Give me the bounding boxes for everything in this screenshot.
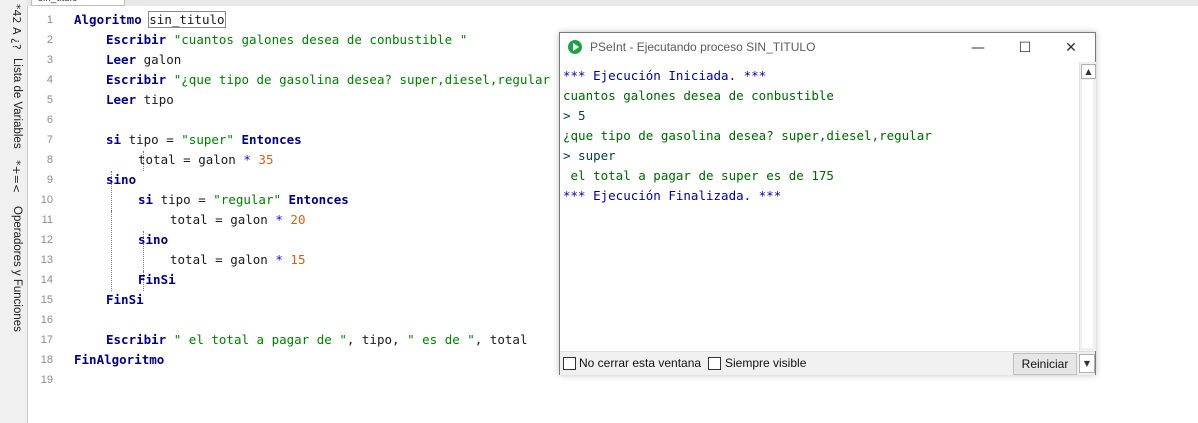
window-title: PSeInt - Ejecutando proceso SIN_TITULO (590, 40, 816, 54)
code-line-11: total = galon * 20 (170, 212, 306, 227)
console-line: el total a pagar de super es de 175 (563, 168, 834, 183)
code-line-17: Escribir " el total a pagar de ", tipo, … (106, 332, 528, 347)
algorithm-name: sin_titulo (148, 11, 226, 28)
console-scrollbar[interactable]: ▲ (1079, 62, 1096, 351)
line-number: 7 (46, 134, 53, 146)
scroll-thumb[interactable] (1082, 80, 1093, 348)
window-bottom-bar: No cerrar esta ventana Siempre visible R… (560, 351, 1095, 375)
close-tab-icon[interactable]: ✕ (131, 0, 139, 4)
line-number: 6 (46, 114, 53, 126)
restart-button[interactable]: Reiniciar (1013, 353, 1077, 375)
code-line-14: FinSi (138, 272, 176, 287)
side-symbols-top[interactable]: *42 A ¿? (3, 4, 23, 50)
operators-symbols[interactable]: *+=< (3, 160, 23, 193)
line-number: 4 (46, 74, 53, 86)
line-number: 11 (41, 214, 53, 226)
line-number: 3 (46, 54, 53, 66)
line-number: 18 (40, 354, 53, 366)
scroll-up-icon[interactable]: ▲ (1081, 64, 1096, 79)
code-line-9: sino (106, 172, 137, 187)
code-line-15: FinSi (106, 292, 144, 307)
close-window-button[interactable]: ✕ (1048, 35, 1094, 61)
code-line-10: si tipo = "regular" Entonces (138, 192, 349, 207)
code-line-3: Leer galon (106, 52, 182, 67)
line-number: 5 (46, 94, 53, 106)
console-line: > 5 (563, 108, 586, 123)
line-number: 13 (40, 254, 53, 266)
console-line: *** Ejecución Finalizada. *** (563, 188, 782, 203)
siempre-visible-label[interactable]: Siempre visible (725, 356, 806, 370)
console-line: *** Ejecución Iniciada. *** (563, 68, 767, 83)
console-line: > super (563, 148, 616, 163)
siempre-visible-checkbox[interactable] (708, 357, 721, 370)
line-number: 1 (46, 14, 53, 26)
no-cerrar-label[interactable]: No cerrar esta ventana (579, 356, 701, 370)
variables-list-tab[interactable]: Lista de Variables (3, 58, 23, 149)
line-number: 2 (46, 34, 53, 46)
code-line-5: Leer tipo (106, 92, 174, 107)
code-line-7: si tipo = "super" Entonces (106, 132, 302, 147)
side-panel: *42 A ¿? Lista de Variables *+=< Operado… (0, 0, 28, 423)
line-number: 16 (40, 314, 53, 326)
code-line-18: FinAlgoritmo (74, 352, 165, 367)
console-line: ¿que tipo de gasolina desea? super,diese… (563, 128, 932, 143)
line-number: 8 (46, 154, 53, 166)
window-titlebar[interactable]: PSeInt - Ejecutando proceso SIN_TITULO —… (560, 33, 1095, 62)
indent-guide (111, 211, 112, 291)
line-number: 19 (40, 374, 53, 386)
code-line-8: total = galon * 35 (138, 152, 274, 167)
no-cerrar-checkbox[interactable] (563, 357, 576, 370)
scroll-down-icon[interactable]: ▼ (1079, 354, 1095, 373)
code-line-12: sino (138, 232, 169, 247)
line-number: 10 (40, 194, 53, 206)
pseint-run-icon (568, 40, 582, 54)
code-line-13: total = galon * 15 (170, 252, 306, 267)
line-number: 9 (46, 174, 53, 186)
execution-window[interactable]: PSeInt - Ejecutando proceso SIN_TITULO —… (559, 32, 1096, 375)
console-output[interactable]: *** Ejecución Iniciada. *** cuantos galo… (560, 62, 1079, 351)
line-number: 15 (40, 294, 53, 306)
line-number-gutter: 1 2 3 4 5 6 7 8 9 10 11 12 13 14 15 16 1… (28, 6, 58, 423)
code-line-4: Escribir "¿que tipo de gasolina desea? s… (106, 72, 566, 87)
line-number: 12 (40, 234, 53, 246)
line-number: 17 (40, 334, 53, 346)
maximize-button[interactable]: ☐ (1002, 35, 1048, 61)
console-line: cuantos galones desea de conbustible (563, 88, 834, 103)
code-line-2: Escribir "cuantos galones desea de conbu… (106, 32, 468, 47)
line-number: 14 (40, 274, 53, 286)
code-line-1: Algoritmo sin_titulo (74, 11, 226, 28)
minimize-button[interactable]: — (955, 35, 1001, 61)
operators-functions-tab[interactable]: Operadores y Funciones (3, 206, 23, 332)
